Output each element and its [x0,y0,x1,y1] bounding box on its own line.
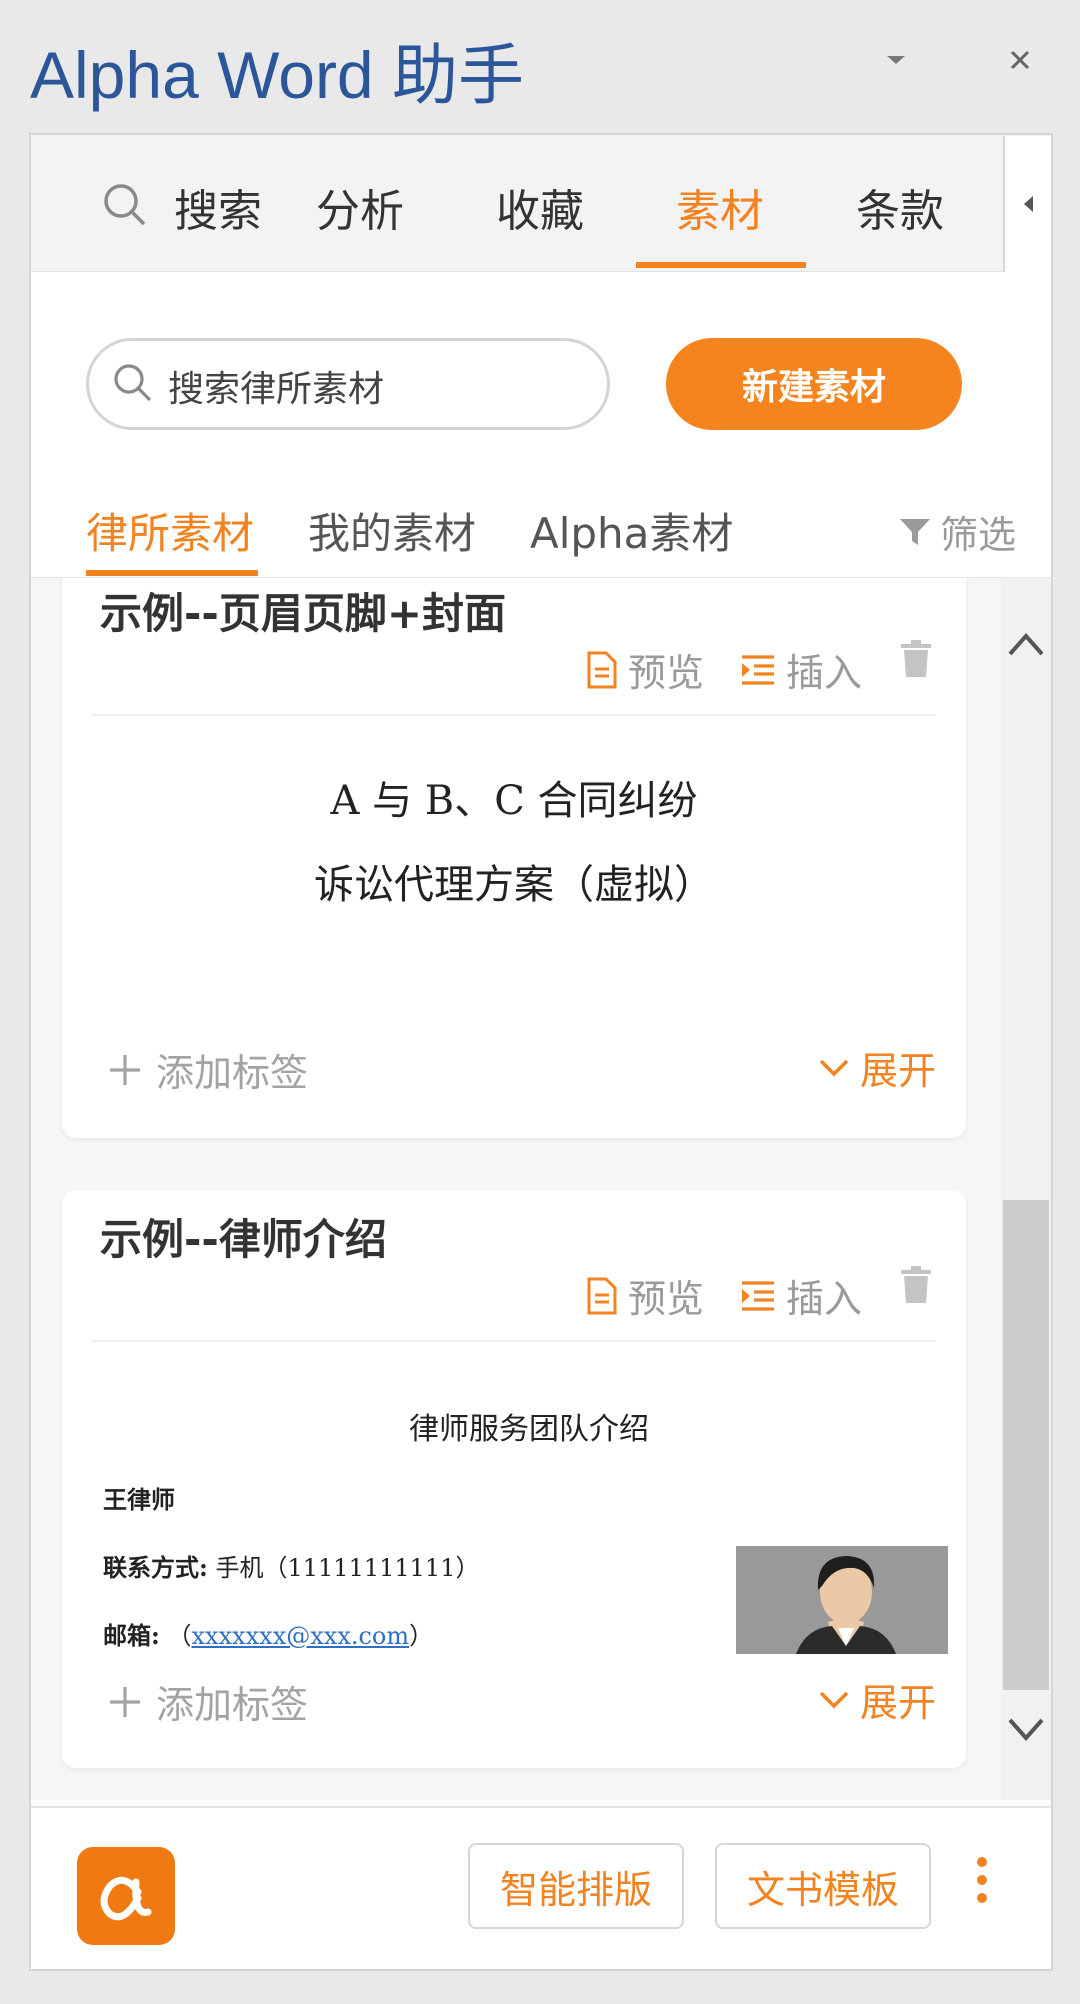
more-vertical-icon [977,1857,987,1903]
filter-icon [900,518,930,545]
scrollbar-thumb[interactable] [1003,1200,1049,1690]
alpha-icon [100,1876,152,1921]
chevron-down-icon [887,56,905,64]
tab-search[interactable]: 搜索 [174,175,262,239]
scroll-up-button[interactable] [1006,630,1046,662]
search-icon[interactable] [102,182,148,232]
plus-icon [110,1054,140,1085]
caret-left-icon [1024,196,1033,212]
email-close: ） [409,1622,434,1650]
contact-value: 手机（11111111111） [215,1554,480,1582]
subtab-my-materials[interactable]: 我的素材 [308,500,476,561]
card-title: 示例--律师介绍 [100,1215,387,1264]
add-tag-button[interactable]: 添加标签 [108,1042,308,1097]
app-title: Alpha Word 助手 [30,38,524,112]
active-tab-indicator [636,262,806,268]
chevron-down-icon [819,1059,849,1076]
material-list[interactable]: 示例--页眉页脚+封面 预览 插入 A 与 B、C 合同纠纷 诉讼代理方案（虚拟 [31,578,1001,1800]
expand-label: 展开 [860,1681,937,1725]
insert-label: 插入 [786,1277,863,1321]
tab-clauses[interactable]: 条款 [856,175,944,239]
expand-button[interactable]: 展开 [818,1672,936,1727]
add-tag-label: 添加标签 [156,1683,309,1727]
card-title: 示例--页眉页脚+封面 [100,589,507,638]
filter-button[interactable]: 筛选 [898,504,1016,559]
trash-icon [901,1266,931,1303]
alpha-logo[interactable] [77,1847,175,1945]
insert-button[interactable]: 插入 [740,1268,862,1323]
preview-text-line: 诉讼代理方案（虚拟） [314,862,714,908]
delete-button[interactable] [900,640,932,682]
preview-contact-line: 联系方式: 手机（11111111111） [103,1548,479,1583]
insert-icon [742,1280,774,1311]
preview-label: 预览 [628,651,705,695]
card-divider [92,714,936,716]
subtab-alpha-materials[interactable]: Alpha素材 [530,500,733,561]
expand-button[interactable]: 展开 [818,1040,936,1095]
close-button[interactable] [990,30,1050,90]
tab-materials[interactable]: 素材 [676,175,764,239]
email-label: 邮箱: [103,1621,160,1650]
preview-button[interactable]: 预览 [586,1268,704,1323]
material-card[interactable]: 示例--律师介绍 预览 插入 律师服务团队介绍 王律师 联系方式: 手机（111… [62,1190,966,1768]
collapse-nav-button[interactable] [1003,136,1051,272]
more-button[interactable] [972,1856,992,1912]
card-divider [92,1340,936,1342]
tab-favorites[interactable]: 收藏 [496,175,584,239]
email-open: （ [167,1622,192,1650]
active-subtab-indicator [86,570,258,576]
new-material-button[interactable]: 新建素材 [666,338,962,430]
trash-icon [901,640,931,677]
insert-button[interactable]: 插入 [740,642,862,697]
smart-layout-button[interactable]: 智能排版 [468,1843,684,1929]
scroll-down-button[interactable] [1006,1716,1046,1748]
preview-name-line: 王律师 [103,1485,175,1514]
material-card[interactable]: 示例--页眉页脚+封面 预览 插入 A 与 B、C 合同纠纷 诉讼代理方案（虚拟 [62,578,966,1138]
subtab-firm-materials[interactable]: 律所素材 [86,500,254,561]
tab-analysis[interactable]: 分析 [316,175,404,239]
document-icon [587,1277,617,1314]
chevron-down-icon [1008,1718,1044,1742]
chevron-down-icon [819,1691,849,1708]
close-icon [1010,50,1030,70]
filter-label: 筛选 [940,513,1017,557]
preview-text-line: A 与 B、C 合同纠纷 [330,778,698,824]
document-icon [587,651,617,688]
search-placeholder: 搜索律所素材 [168,369,385,410]
delete-button[interactable] [900,1266,932,1308]
preview-label: 预览 [628,1277,705,1321]
preview-button[interactable]: 预览 [586,642,704,697]
plus-icon [110,1686,140,1717]
add-tag-label: 添加标签 [156,1051,309,1095]
insert-icon [742,654,774,685]
document-template-button[interactable]: 文书模板 [715,1843,931,1929]
preview-email-line: 邮箱: （xxxxxxx@xxx.com） [103,1616,433,1651]
search-icon [112,362,154,408]
preview-doc-title: 律师服务团队介绍 [409,1412,649,1447]
email-link[interactable]: xxxxxxx@xxx.com [192,1622,410,1650]
add-tag-button[interactable]: 添加标签 [108,1674,308,1729]
minimize-button[interactable] [866,30,926,90]
expand-label: 展开 [860,1049,937,1093]
insert-label: 插入 [786,651,863,695]
contact-label: 联系方式: [103,1553,208,1582]
chevron-up-icon [1008,632,1044,656]
lawyer-photo [736,1546,948,1654]
